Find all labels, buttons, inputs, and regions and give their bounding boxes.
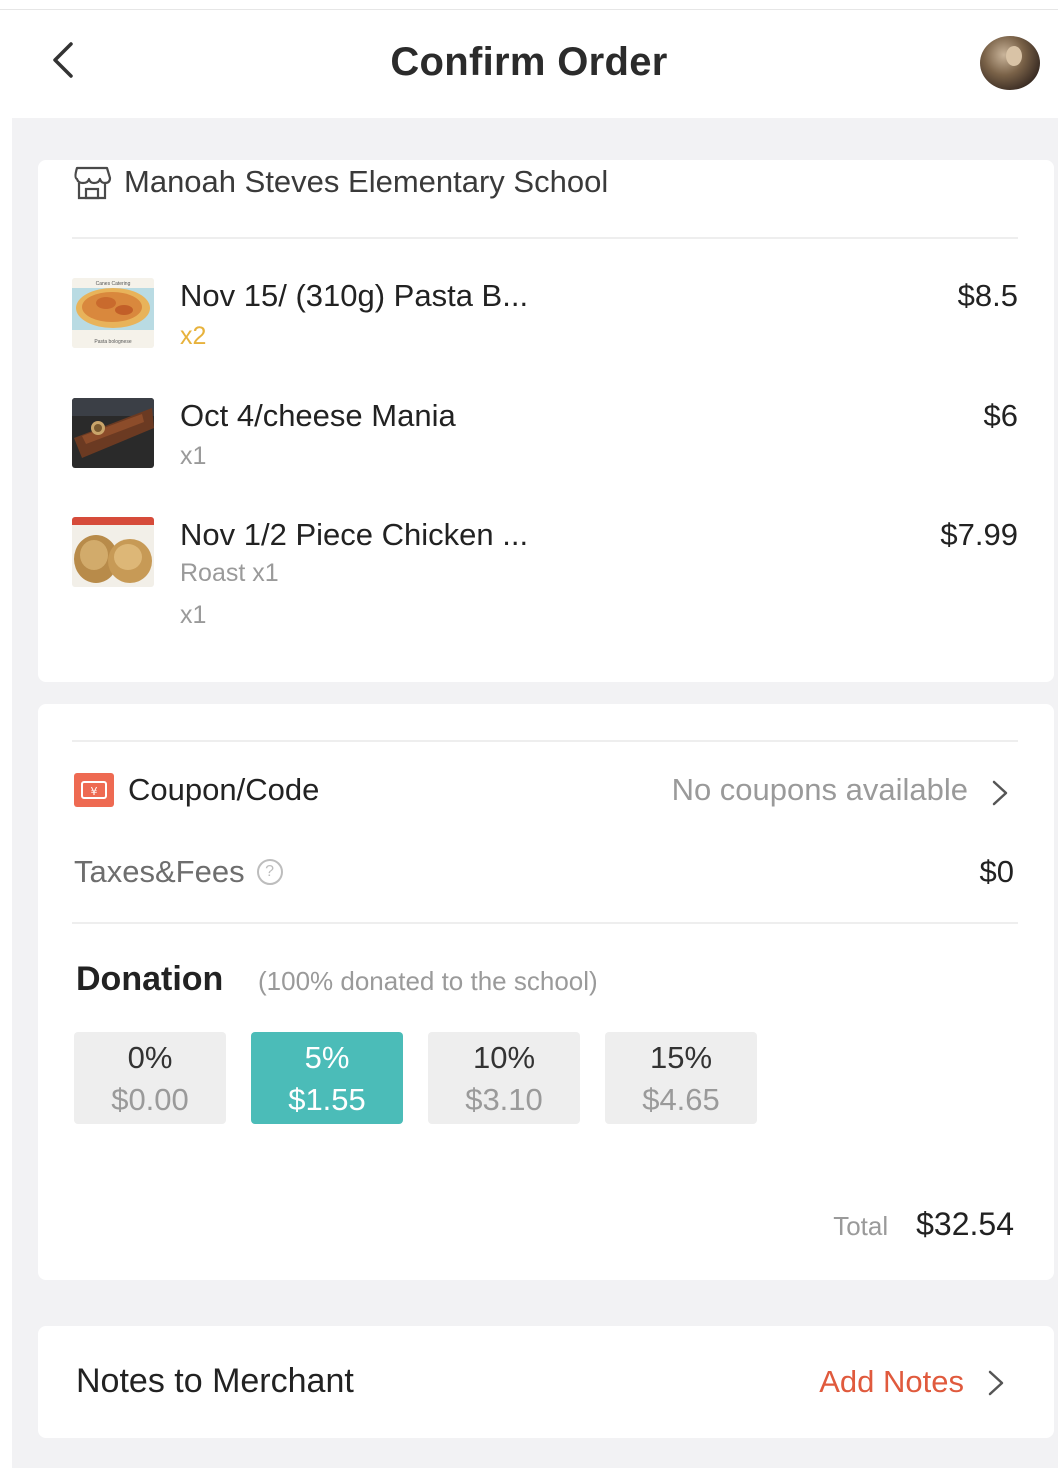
donation-option-5[interactable]: 5% $1.55: [251, 1032, 403, 1124]
taxes-value: $0: [979, 854, 1014, 889]
order-items-card: Manoah Steves Elementary School Canes Ca…: [38, 160, 1054, 682]
taxes-row: Taxes&Fees ? $0: [74, 850, 1018, 900]
item-price: $6: [983, 398, 1018, 433]
donation-option-0[interactable]: 0% $0.00: [74, 1032, 226, 1124]
total-value: $32.54: [916, 1206, 1014, 1242]
item-price: $8.5: [957, 278, 1018, 313]
coupon-status: No coupons available: [671, 772, 968, 807]
item-price: $7.99: [940, 517, 1018, 552]
item-thumbnail: [72, 398, 154, 468]
thumbnail-caption-bottom: Pasta bolognese: [94, 339, 131, 345]
list-item[interactable]: Nov 1/2 Piece Chicken ... Roast x1 x1 $7…: [72, 517, 1022, 647]
notes-label: Notes to Merchant: [76, 1362, 354, 1400]
item-quantity: x1: [180, 442, 207, 470]
svg-text:¥: ¥: [91, 785, 98, 798]
donation-percent: 10%: [472, 1040, 536, 1075]
list-item[interactable]: Canes Catering Pasta bolognese Nov 15/ (…: [72, 278, 1022, 368]
coupon-label: Coupon/Code: [128, 772, 320, 807]
thumbnail-caption-top: Canes Catering: [96, 281, 131, 287]
merchant-name: Manoah Steves Elementary School: [124, 164, 609, 199]
list-item[interactable]: Oct 4/cheese Mania x1 $6: [72, 398, 1022, 488]
taxes-label: Taxes&Fees ?: [74, 854, 283, 890]
store-icon: [74, 166, 112, 200]
donation-option-15[interactable]: 15% $4.65: [605, 1032, 757, 1124]
donation-note: (100% donated to the school): [258, 966, 598, 996]
donation-title: Donation: [76, 960, 224, 998]
chevron-right-icon: [992, 780, 1008, 806]
donation-option-10[interactable]: 10% $3.10: [428, 1032, 580, 1124]
divider: [72, 237, 1018, 239]
donation-percent: 0%: [127, 1040, 173, 1075]
donation-percent: 15%: [649, 1040, 713, 1075]
donation-amount: $4.65: [642, 1082, 720, 1117]
donation-amount: $0.00: [111, 1082, 189, 1117]
item-thumbnail: Canes Catering Pasta bolognese: [72, 278, 154, 348]
avatar[interactable]: [980, 36, 1040, 90]
item-name: Nov 1/2 Piece Chicken ...: [180, 517, 529, 552]
order-summary-card: ¥ Coupon/Code No coupons available Taxes…: [38, 704, 1054, 1280]
taxes-label-text: Taxes&Fees: [74, 854, 245, 889]
add-notes-link[interactable]: Add Notes: [819, 1364, 964, 1400]
item-name: Nov 15/ (310g) Pasta B...: [180, 278, 529, 313]
divider: [72, 922, 1018, 924]
app-header: Confirm Order: [0, 10, 1058, 118]
total-label: Total: [833, 1211, 889, 1241]
divider: [72, 740, 1018, 742]
total-row: Total $32.54: [833, 1206, 1014, 1243]
coupon-row[interactable]: ¥ Coupon/Code No coupons available: [74, 768, 1018, 818]
item-thumbnail: [72, 517, 154, 587]
chevron-right-icon: [988, 1370, 1004, 1396]
coupon-icon: ¥: [74, 773, 114, 807]
donation-percent: 5%: [304, 1040, 350, 1075]
merchant-row[interactable]: Manoah Steves Elementary School: [72, 160, 608, 204]
item-option: Roast x1: [180, 559, 279, 587]
item-quantity: x2: [180, 322, 207, 350]
donation-amount: $3.10: [465, 1082, 543, 1117]
item-name: Oct 4/cheese Mania: [180, 398, 456, 433]
notes-card[interactable]: Notes to Merchant Add Notes: [38, 1326, 1054, 1438]
item-quantity: x1: [180, 601, 207, 629]
help-icon[interactable]: ?: [256, 859, 283, 885]
page-title: Confirm Order: [390, 40, 668, 84]
donation-amount: $1.55: [288, 1082, 366, 1117]
